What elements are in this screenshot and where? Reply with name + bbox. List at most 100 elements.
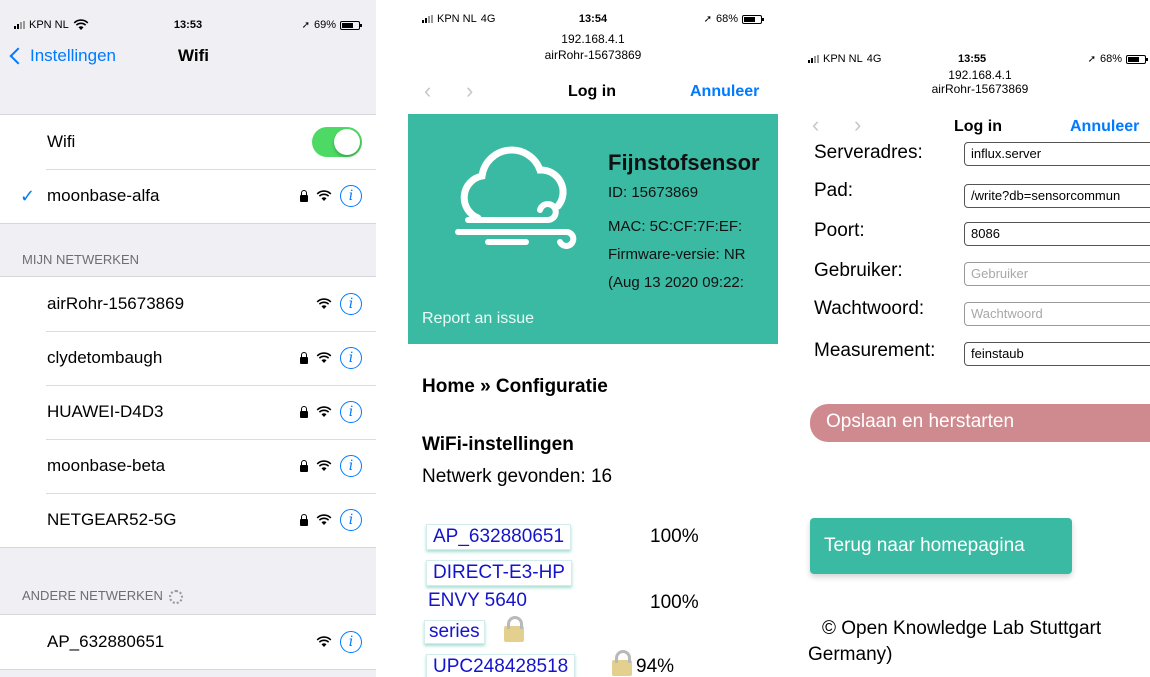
network-row[interactable]: HUAWEI-D4D3 i	[0, 385, 376, 439]
wifi-icon	[316, 298, 332, 309]
carrier-name: KPN NL	[823, 53, 863, 65]
back-button[interactable]: Instellingen	[9, 46, 117, 66]
lock-icon	[300, 459, 308, 472]
battery-icon	[742, 14, 764, 24]
location-arrow-icon: ➚	[1087, 53, 1096, 65]
location-arrow-icon: ➚	[301, 19, 310, 31]
network-signal: 100%	[650, 526, 699, 547]
footer: © Open Knowledge Lab Stuttgart Germany)	[808, 616, 1102, 668]
info-icon[interactable]: i	[340, 455, 362, 477]
sensor-config-screen: KPN NL 4G 13:54 ➚ 68% 192.168.4.1 airRoh…	[408, 0, 778, 677]
network-row[interactable]: NETGEAR52-5G i	[0, 493, 376, 547]
info-icon[interactable]: i	[340, 509, 362, 531]
network-signal: 100%	[650, 592, 699, 613]
network-row[interactable]: airRohr-15673869 i	[0, 277, 376, 331]
cancel-button[interactable]: Annuleer	[690, 83, 759, 101]
home-button[interactable]: Terug naar homepagina	[810, 518, 1072, 574]
path-label: Pad:	[814, 180, 854, 201]
browser-nav-bar: ‹ › Log in Annuleer	[800, 110, 1150, 140]
user-label: Gebruiker:	[814, 260, 903, 281]
browser-nav-bar: ‹ › Log in Annuleer	[408, 78, 778, 108]
password-input[interactable]: Wachtwoord	[964, 302, 1150, 326]
report-issue-link[interactable]: Report an issue	[422, 310, 534, 328]
sensor-header: Fijnstofsensor ID: 15673869 MAC: 5C:CF:7…	[408, 114, 778, 344]
status-bar: KPN NL 4G 13:54 ➚ 68%	[408, 8, 778, 30]
status-bar: KPN NL 4G 13:55 ➚ 68%	[800, 48, 1150, 70]
battery-percent: 68%	[1099, 53, 1122, 65]
info-icon[interactable]: i	[340, 185, 362, 207]
password-label: Wachtwoord:	[814, 298, 925, 319]
status-bar: KPN NL 13:53 ➚ 69%	[0, 14, 376, 36]
wifi-group: Wifi ✓ moonbase-alfa i	[0, 114, 376, 224]
info-icon[interactable]: i	[340, 347, 362, 369]
measurement-input[interactable]: feinstaub	[964, 342, 1150, 366]
network-link-line[interactable]: ENVY 5640	[426, 590, 527, 612]
network-link[interactable]: DIRECT-E3-HP	[426, 560, 572, 586]
forward-arrow-icon[interactable]: ›	[854, 112, 861, 138]
port-input[interactable]: 8086	[964, 222, 1150, 246]
back-arrow-icon[interactable]: ‹	[424, 78, 431, 104]
wifi-icon	[316, 352, 332, 363]
network-row[interactable]: moonbase-beta i	[0, 439, 376, 493]
battery-icon	[1126, 54, 1148, 64]
cancel-button[interactable]: Annuleer	[1070, 118, 1139, 136]
forward-arrow-icon[interactable]: ›	[466, 78, 473, 104]
wifi-icon	[316, 514, 332, 525]
back-arrow-icon[interactable]: ‹	[812, 112, 819, 138]
sensor-title: Fijnstofsensor	[608, 150, 760, 175]
port-label: Poort:	[814, 220, 865, 241]
wifi-toggle[interactable]	[312, 127, 362, 157]
page-title: Wifi	[178, 46, 210, 65]
info-icon[interactable]: i	[340, 401, 362, 423]
network-name: AP_632880651	[47, 632, 165, 651]
padlock-icon	[504, 616, 524, 642]
save-restart-button[interactable]: Opslaan en herstarten	[810, 404, 1150, 442]
network-link-line[interactable]: series	[424, 620, 485, 644]
path-input[interactable]: /write?db=sensorcommun	[964, 184, 1150, 208]
url-ip: 192.168.4.1	[948, 68, 1012, 82]
lock-icon	[300, 513, 308, 526]
lock-icon	[300, 351, 308, 364]
wifi-toggle-row: Wifi	[0, 115, 376, 169]
carrier-info: KPN NL 4G	[808, 53, 881, 65]
signal-icon	[808, 55, 819, 63]
battery-info: ➚ 68%	[1087, 53, 1148, 65]
my-networks-list: airRohr-15673869 i clydetombaugh i HUAWE…	[0, 276, 376, 548]
section-header-other-networks: ANDERE NETWERKEN	[22, 588, 183, 604]
other-networks-list: AP_632880651 i	[0, 614, 376, 670]
network-type: 4G	[866, 53, 882, 65]
cloud-wind-icon	[455, 146, 577, 249]
login-title: Log in	[954, 118, 1002, 135]
sensor-id: ID: 15673869	[608, 184, 699, 201]
breadcrumb: Home » Configuratie	[422, 376, 608, 397]
chevron-left-icon	[9, 47, 27, 65]
network-link[interactable]: UPC248428518	[426, 654, 576, 677]
network-name: moonbase-beta	[47, 456, 166, 475]
wifi-settings-screen: KPN NL 13:53 ➚ 69% Instellingen Wifi Wif…	[0, 0, 376, 677]
footer-copyright: © Open Knowledge Lab Stuttgart	[822, 618, 1102, 639]
back-label: Instellingen	[30, 46, 117, 65]
wifi-icon	[316, 460, 332, 471]
checkmark-icon: ✓	[20, 185, 36, 206]
loading-spinner-icon	[168, 589, 183, 604]
influx-config-screen: KPN NL 4G 13:55 ➚ 68% 192.168.4.1 airRoh…	[800, 38, 1150, 677]
server-input[interactable]: influx.server	[964, 142, 1150, 166]
measurement-label: Measurement:	[814, 340, 936, 361]
battery-percent: 68%	[715, 13, 738, 25]
user-input[interactable]: Gebruiker	[964, 262, 1150, 286]
footer-country: Germany)	[808, 644, 893, 665]
section-header-label: ANDERE NETWERKEN	[22, 588, 163, 603]
wifi-settings-heading: WiFi-instellingen	[422, 434, 574, 455]
url-ssid: airRohr-15673869	[931, 82, 1029, 96]
info-icon[interactable]: i	[340, 293, 362, 315]
network-link[interactable]: AP_632880651	[426, 524, 572, 550]
nav-bar: Instellingen Wifi	[0, 38, 376, 76]
info-icon[interactable]: i	[340, 631, 362, 653]
network-name: clydetombaugh	[47, 348, 163, 367]
network-name: HUAWEI-D4D3	[47, 402, 164, 421]
network-row[interactable]: AP_632880651 i	[0, 615, 376, 669]
sensor-mac: MAC: 5C:CF:7F:EF:	[608, 218, 743, 235]
connected-network-row[interactable]: ✓ moonbase-alfa i	[0, 169, 376, 223]
lock-icon	[300, 189, 308, 202]
network-row[interactable]: clydetombaugh i	[0, 331, 376, 385]
